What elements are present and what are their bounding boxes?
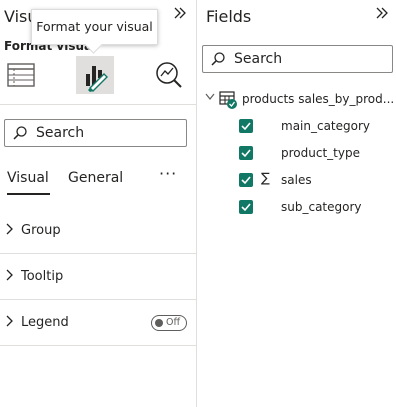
pane-title: Fields <box>206 7 252 26</box>
table-icon <box>219 91 239 115</box>
search-icon <box>210 51 226 71</box>
format-your-visual-tooltip: Format your visual <box>31 9 158 45</box>
sigma-icon: ∑ <box>261 171 270 186</box>
field-row-sub-category[interactable]: sub_category <box>197 196 396 218</box>
section-tooltip[interactable]: Tooltip <box>0 254 196 300</box>
separator <box>0 104 196 105</box>
search-icon <box>12 125 28 145</box>
build-visual-icon <box>7 63 35 87</box>
section-label: Group <box>21 223 61 238</box>
analytics-button[interactable] <box>150 56 188 94</box>
format-visual-button[interactable] <box>76 56 114 94</box>
more-options-button[interactable]: ··· <box>159 164 177 183</box>
search-placeholder: Search <box>36 125 85 141</box>
section-legend[interactable]: Legend Off <box>0 300 196 346</box>
chevron-right-icon <box>6 315 14 330</box>
field-checkbox[interactable] <box>239 146 253 160</box>
visualizations-pane: Visu Format visual Format your visual Se… <box>0 0 196 407</box>
double-chevron-right-icon[interactable] <box>373 6 391 24</box>
format-search-input[interactable]: Search <box>4 119 187 147</box>
tab-visual-underline <box>7 193 50 195</box>
toggle-knob <box>155 319 163 327</box>
fields-pane: Fields Search products sales_by_prod... <box>197 0 396 407</box>
field-row-sales[interactable]: ∑ sales <box>197 169 396 191</box>
field-checkbox[interactable] <box>239 119 253 133</box>
tab-visual[interactable]: Visual <box>7 170 49 186</box>
chevron-down-icon[interactable] <box>205 91 215 104</box>
field-name: product_type <box>281 146 360 160</box>
analytics-icon <box>156 62 182 88</box>
chevron-right-icon <box>6 269 14 284</box>
field-name: sales <box>281 173 312 187</box>
field-checkbox[interactable] <box>239 200 253 214</box>
field-name: main_category <box>281 119 371 133</box>
table-node[interactable]: products sales_by_prod... <box>197 89 396 111</box>
table-name: products sales_by_prod... <box>242 92 395 106</box>
field-name: sub_category <box>281 200 362 214</box>
toggle-state: Off <box>166 317 181 328</box>
field-row-product-type[interactable]: product_type <box>197 142 396 164</box>
format-visual-icon <box>86 66 108 92</box>
legend-toggle[interactable]: Off <box>151 315 187 331</box>
tab-general[interactable]: General <box>68 170 123 186</box>
field-checkbox[interactable] <box>239 173 253 187</box>
section-label: Tooltip <box>21 269 64 284</box>
section-label: Legend <box>21 315 69 330</box>
double-chevron-right-icon[interactable] <box>171 6 189 24</box>
field-row-main-category[interactable]: main_category <box>197 115 396 137</box>
fields-search-input[interactable]: Search <box>202 45 393 73</box>
build-visual-button[interactable] <box>2 56 40 94</box>
section-group[interactable]: Group <box>0 208 196 254</box>
search-placeholder: Search <box>234 51 283 67</box>
chevron-right-icon <box>6 223 14 238</box>
